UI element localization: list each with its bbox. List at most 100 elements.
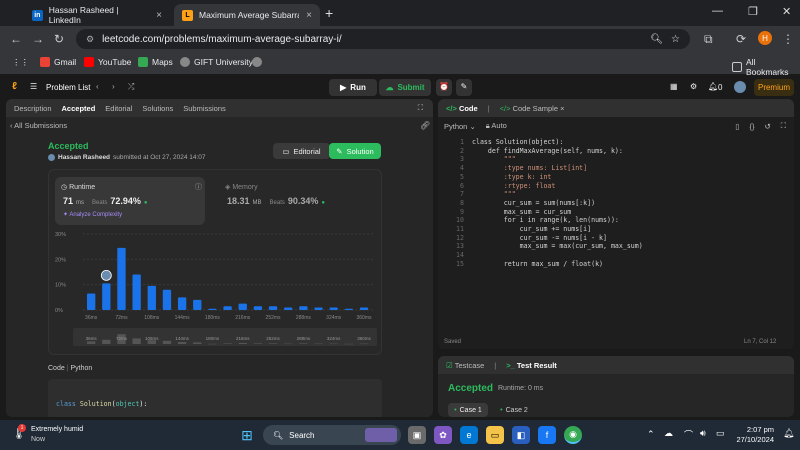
tab-test-result[interactable]: >_ Test Result bbox=[506, 361, 557, 370]
edge-icon[interactable]: e bbox=[460, 426, 478, 444]
range-slider[interactable]: 36ms 72ms 108ms 144ms 180ms 216ms 252ms 288ms 32… bbox=[73, 328, 377, 346]
volume-icon[interactable]: 🔊︎ bbox=[700, 428, 706, 439]
premium-button[interactable]: Premium bbox=[754, 79, 794, 96]
bookmark-globe[interactable] bbox=[252, 57, 262, 67]
share-link-icon[interactable]: 🔗︎ bbox=[420, 121, 430, 130]
profile-avatar[interactable]: H bbox=[758, 31, 772, 45]
chart-bar[interactable] bbox=[238, 303, 247, 310]
windows-start-icon[interactable]: ⊞ bbox=[238, 426, 256, 444]
menu-kebab-icon[interactable]: ⋮ bbox=[782, 32, 794, 46]
user-avatar[interactable] bbox=[734, 81, 746, 93]
chart-bar[interactable] bbox=[329, 307, 338, 310]
tab-editorial[interactable]: Editorial bbox=[105, 104, 132, 113]
run-button[interactable]: ▶ Run bbox=[329, 79, 377, 96]
battery-icon[interactable]: ▭ bbox=[716, 428, 725, 439]
bookmark-youtube[interactable]: YouTube bbox=[84, 57, 131, 67]
clock-date[interactable]: 27/10/2024 bbox=[727, 435, 774, 444]
memory-card[interactable]: ◈ Memory 18.31 MB Beats 90.34% ● bbox=[219, 177, 369, 225]
tab-code-sample[interactable]: </> Code Sample × bbox=[500, 104, 565, 113]
editor-code[interactable]: 1 class Solution(object): 2 def findMaxAve… bbox=[444, 138, 784, 269]
braces-icon[interactable]: {} bbox=[749, 122, 754, 131]
bookmark-gmail[interactable]: Gmail bbox=[40, 57, 76, 67]
back-icon[interactable]: ← bbox=[10, 32, 22, 46]
copilot-icon[interactable]: ✿ bbox=[434, 426, 452, 444]
chart-bar[interactable] bbox=[359, 307, 369, 310]
tab-testcase[interactable]: ☑ Testcase bbox=[446, 361, 484, 370]
bookmark-gift[interactable]: GIFT University bbox=[180, 57, 253, 67]
chart-bar[interactable] bbox=[117, 247, 126, 310]
chrome-icon[interactable]: ◉ bbox=[564, 426, 582, 444]
chart-bar[interactable] bbox=[268, 306, 278, 310]
bookmark-maps[interactable]: Maps bbox=[138, 57, 173, 67]
chart-bar[interactable] bbox=[147, 285, 156, 310]
minimize-button[interactable]: — bbox=[712, 5, 723, 17]
chart-bar[interactable] bbox=[162, 289, 172, 310]
cloud-icon[interactable]: ☁ bbox=[664, 428, 673, 439]
all-bookmarks[interactable]: All Bookmarks bbox=[732, 57, 800, 77]
wifi-icon[interactable]: ⌒ bbox=[684, 428, 693, 441]
next-problem-icon[interactable]: › bbox=[112, 82, 115, 91]
chart-bar[interactable] bbox=[132, 274, 141, 310]
fullscreen-icon[interactable]: ⛶ bbox=[781, 121, 786, 131]
facebook-icon[interactable]: f bbox=[538, 426, 556, 444]
analyze-complexity-link[interactable]: ✦ Analyze Complexity bbox=[63, 211, 122, 218]
tab-solutions[interactable]: Solutions bbox=[142, 104, 173, 113]
task-view-icon[interactable]: ▣ bbox=[408, 426, 426, 444]
close-tab-icon[interactable]: × bbox=[306, 10, 312, 21]
restore-button[interactable]: ❐ bbox=[748, 5, 758, 18]
chart-bar[interactable] bbox=[314, 307, 323, 310]
taskbar-search[interactable]: 🔍︎ Search bbox=[263, 425, 401, 445]
case-2-tab[interactable]: • Case 2 bbox=[494, 403, 534, 417]
problem-list-link[interactable]: Problem List bbox=[46, 83, 90, 92]
reset-icon[interactable]: ↺ bbox=[764, 122, 770, 131]
timer-icon[interactable]: ⏰ bbox=[436, 79, 452, 96]
clock-time[interactable]: 2:07 pm bbox=[734, 425, 774, 434]
expand-icon[interactable]: ⛶ bbox=[418, 103, 423, 113]
reload-icon[interactable]: ↻ bbox=[54, 32, 64, 46]
shuffle-icon[interactable]: ⤮ bbox=[128, 82, 134, 92]
language-select[interactable]: Python ⌄ bbox=[444, 122, 476, 131]
auto-toggle[interactable]: 🔒︎ Auto bbox=[486, 121, 507, 131]
chart-bar[interactable] bbox=[284, 307, 293, 310]
all-submissions-link[interactable]: ‹ All Submissions bbox=[10, 121, 67, 130]
close-tab-icon[interactable]: × bbox=[156, 10, 162, 21]
show-hidden-icons[interactable]: ⌃ bbox=[647, 429, 655, 440]
tab-accepted[interactable]: Accepted bbox=[62, 104, 96, 113]
zoom-icon[interactable]: 🔍︎ bbox=[650, 34, 663, 45]
star-icon[interactable]: ☆ bbox=[671, 34, 680, 45]
chart-bar[interactable] bbox=[253, 306, 263, 310]
chart-bar[interactable] bbox=[223, 306, 232, 310]
tab-description[interactable]: Description bbox=[14, 104, 52, 113]
close-window-button[interactable]: ✕ bbox=[782, 5, 791, 18]
info-icon[interactable]: ⓘ bbox=[195, 182, 202, 192]
browser-tab-linkedin[interactable]: in Hassan Rasheed | LinkedIn × bbox=[24, 4, 170, 26]
solution-button[interactable]: ✎ Solution bbox=[329, 143, 381, 159]
notes-icon[interactable]: ✎ bbox=[456, 79, 472, 96]
case-1-tab[interactable]: • Case 1 bbox=[448, 403, 488, 417]
close-tab-icon[interactable]: × bbox=[560, 104, 564, 113]
leetcode-logo[interactable]: ℓ bbox=[12, 81, 17, 92]
chart-bar[interactable] bbox=[177, 297, 187, 310]
forward-icon[interactable]: → bbox=[32, 32, 44, 46]
chart-bar[interactable] bbox=[344, 308, 354, 310]
bookmark-icon[interactable]: ▯ bbox=[735, 122, 739, 131]
prev-problem-icon[interactable]: ‹ bbox=[96, 82, 99, 91]
chart-bar[interactable] bbox=[299, 306, 308, 310]
settings-icon[interactable]: ⚙ bbox=[690, 82, 697, 91]
runtime-card[interactable]: ◷ Runtime ⓘ 71 ms Beats 72.94% ● ✦ Analy… bbox=[55, 177, 205, 225]
new-tab-button[interactable]: + bbox=[325, 5, 333, 21]
address-bar[interactable]: ⚙ leetcode.com/problems/maximum-average-… bbox=[76, 29, 690, 49]
chart-bar[interactable] bbox=[87, 293, 96, 310]
chart-bar[interactable] bbox=[102, 283, 111, 310]
file-explorer-icon[interactable]: ▭ bbox=[486, 426, 504, 444]
site-info-icon[interactable]: ⚙ bbox=[86, 34, 94, 45]
notification-center-icon[interactable]: 🔔︎ bbox=[783, 428, 794, 439]
username[interactable]: Hassan Rasheed bbox=[58, 154, 110, 161]
submit-button[interactable]: ☁ Submit bbox=[379, 79, 431, 96]
downloads-icon[interactable]: ⟳ bbox=[736, 32, 746, 46]
extensions-icon[interactable]: ⧉ bbox=[704, 32, 713, 47]
browser-tab-leetcode[interactable]: L Maximum Average Subarray I × bbox=[174, 4, 320, 26]
tab-submissions[interactable]: Submissions bbox=[183, 104, 226, 113]
chart-bar[interactable] bbox=[208, 308, 217, 310]
weather-text[interactable]: Extremely humid bbox=[31, 426, 83, 433]
